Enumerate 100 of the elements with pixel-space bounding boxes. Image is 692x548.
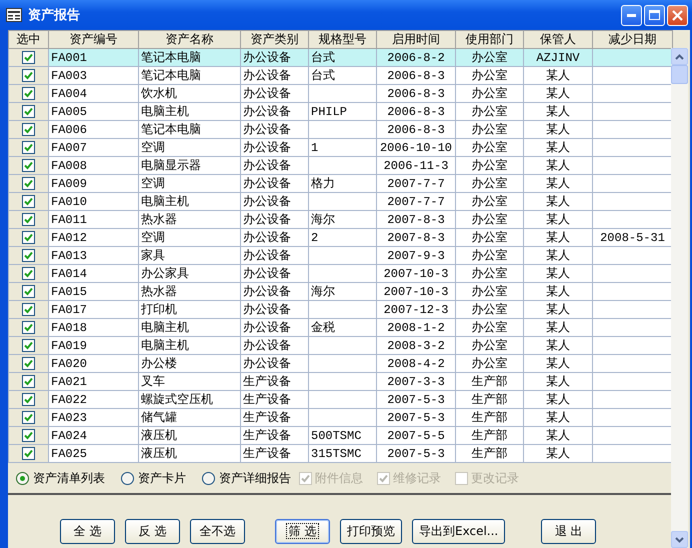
table-cell: 格力 xyxy=(311,177,335,191)
scroll-down-button[interactable] xyxy=(671,531,688,548)
action-button[interactable]: 反 选 xyxy=(125,519,180,544)
table-cell: FA020 xyxy=(51,356,88,370)
table-cell: 台式 xyxy=(311,69,335,83)
minimize-button[interactable] xyxy=(621,4,642,26)
table-cell: FA008 xyxy=(51,158,88,172)
row-checkbox[interactable] xyxy=(22,428,35,442)
report-type-radio[interactable]: 资产清单列表 xyxy=(16,470,105,486)
table-cell: 办公设备 xyxy=(243,159,291,173)
column-header[interactable]: 资产类别 xyxy=(240,30,308,48)
close-button[interactable] xyxy=(667,4,688,26)
column-header[interactable]: 资产编号 xyxy=(48,30,138,48)
row-checkbox[interactable] xyxy=(22,374,35,388)
table-cell: 办公设备 xyxy=(243,249,291,263)
scroll-up-button[interactable] xyxy=(671,48,688,65)
table-cell: FA023 xyxy=(51,410,88,424)
close-icon xyxy=(672,10,683,20)
column-header[interactable]: 选中 xyxy=(8,30,48,48)
action-button[interactable]: 退 出 xyxy=(541,519,596,544)
table-cell: 办公设备 xyxy=(243,69,291,83)
action-button[interactable]: 全 选 xyxy=(60,519,115,544)
action-button[interactable]: 筛 选 xyxy=(275,519,330,544)
table-cell: 办公室 xyxy=(472,195,508,209)
table-cell: 办公室 xyxy=(472,51,508,65)
row-checkbox[interactable] xyxy=(22,392,35,406)
table-cell: 2008-4-2 xyxy=(387,356,445,370)
row-checkbox[interactable] xyxy=(22,410,35,424)
vertical-scrollbar[interactable] xyxy=(671,48,688,548)
table-cell: FA024 xyxy=(51,428,88,442)
row-checkbox[interactable] xyxy=(22,284,35,298)
table-cell: 生产部 xyxy=(472,393,508,407)
column-header[interactable]: 规格型号 xyxy=(308,30,376,48)
table-cell: 2006-8-3 xyxy=(387,122,445,136)
row-checkbox[interactable] xyxy=(22,320,35,334)
row-checkbox[interactable] xyxy=(22,122,35,136)
row-checkbox[interactable] xyxy=(22,68,35,82)
row-checkbox[interactable] xyxy=(22,140,35,154)
column-header[interactable]: 资产名称 xyxy=(138,30,240,48)
row-checkbox[interactable] xyxy=(22,86,35,100)
table-cell: FA003 xyxy=(51,68,88,82)
table-cell: 某人 xyxy=(546,213,570,227)
table-cell: 2007-7-7 xyxy=(387,194,445,208)
row-checkbox[interactable] xyxy=(22,104,35,118)
table-cell: 电脑主机 xyxy=(141,195,189,209)
maximize-button[interactable] xyxy=(644,4,665,26)
table-cell: 海尔 xyxy=(311,285,335,299)
table-cell: 办公设备 xyxy=(243,285,291,299)
table-cell: 2008-3-2 xyxy=(387,338,445,352)
table-cell: 办公设备 xyxy=(243,123,291,137)
table-cell: 315TSMC xyxy=(311,446,362,460)
column-header[interactable]: 使用部门 xyxy=(456,30,524,48)
report-type-radio[interactable]: 资产详细报告 xyxy=(202,470,291,486)
table-cell: 某人 xyxy=(546,141,570,155)
action-button[interactable]: 导出到Excel... xyxy=(412,519,506,544)
row-checkbox[interactable] xyxy=(22,158,35,172)
table-cell: 办公设备 xyxy=(243,303,291,317)
table-cell: 液压机 xyxy=(141,429,177,443)
action-button[interactable]: 打印预览 xyxy=(340,519,402,544)
row-checkbox[interactable] xyxy=(22,266,35,280)
table-cell: 办公室 xyxy=(472,123,508,137)
table-cell: 2007-10-3 xyxy=(384,266,448,280)
table-cell: 2007-5-3 xyxy=(387,392,445,406)
table-cell: 办公设备 xyxy=(243,357,291,371)
table-cell: 2007-5-3 xyxy=(387,446,445,460)
row-checkbox[interactable] xyxy=(22,230,35,244)
column-header[interactable]: 减少日期 xyxy=(592,30,672,48)
table-cell: 某人 xyxy=(546,267,570,281)
report-type-radio[interactable]: 资产卡片 xyxy=(121,470,186,486)
table-cell: 办公设备 xyxy=(243,321,291,335)
table-cell: 生产部 xyxy=(472,447,508,461)
table-cell: 储气罐 xyxy=(141,411,177,425)
row-checkbox[interactable] xyxy=(22,248,35,262)
table-cell: 某人 xyxy=(546,87,570,101)
column-header[interactable]: 保管人 xyxy=(524,30,592,48)
row-checkbox[interactable] xyxy=(22,176,35,190)
table-cell: FA009 xyxy=(51,176,88,190)
table-cell: FA022 xyxy=(51,392,88,406)
row-checkbox[interactable] xyxy=(22,194,35,208)
row-checkbox[interactable] xyxy=(22,356,35,370)
table-cell: 某人 xyxy=(546,159,570,173)
row-checkbox[interactable] xyxy=(22,338,35,352)
scroll-thumb[interactable] xyxy=(671,65,688,84)
table-cell: 生产设备 xyxy=(243,393,291,407)
table-cell: 办公室 xyxy=(472,267,508,281)
table-cell: 热水器 xyxy=(141,213,177,227)
column-header[interactable]: 启用时间 xyxy=(376,30,456,48)
table-cell: FA021 xyxy=(51,374,88,388)
table-cell: 2008-1-2 xyxy=(387,320,445,334)
table-cell: 电脑显示器 xyxy=(141,159,201,173)
table-cell: 某人 xyxy=(546,393,570,407)
table-cell: 某人 xyxy=(546,123,570,137)
table-cell: FA001 xyxy=(51,50,88,64)
row-checkbox[interactable] xyxy=(22,302,35,316)
row-checkbox[interactable] xyxy=(22,446,35,460)
row-checkbox[interactable] xyxy=(22,50,35,64)
row-checkbox[interactable] xyxy=(22,212,35,226)
action-button[interactable]: 全不选 xyxy=(190,519,245,544)
table-cell: 办公室 xyxy=(472,141,508,155)
check-icon xyxy=(301,474,310,482)
